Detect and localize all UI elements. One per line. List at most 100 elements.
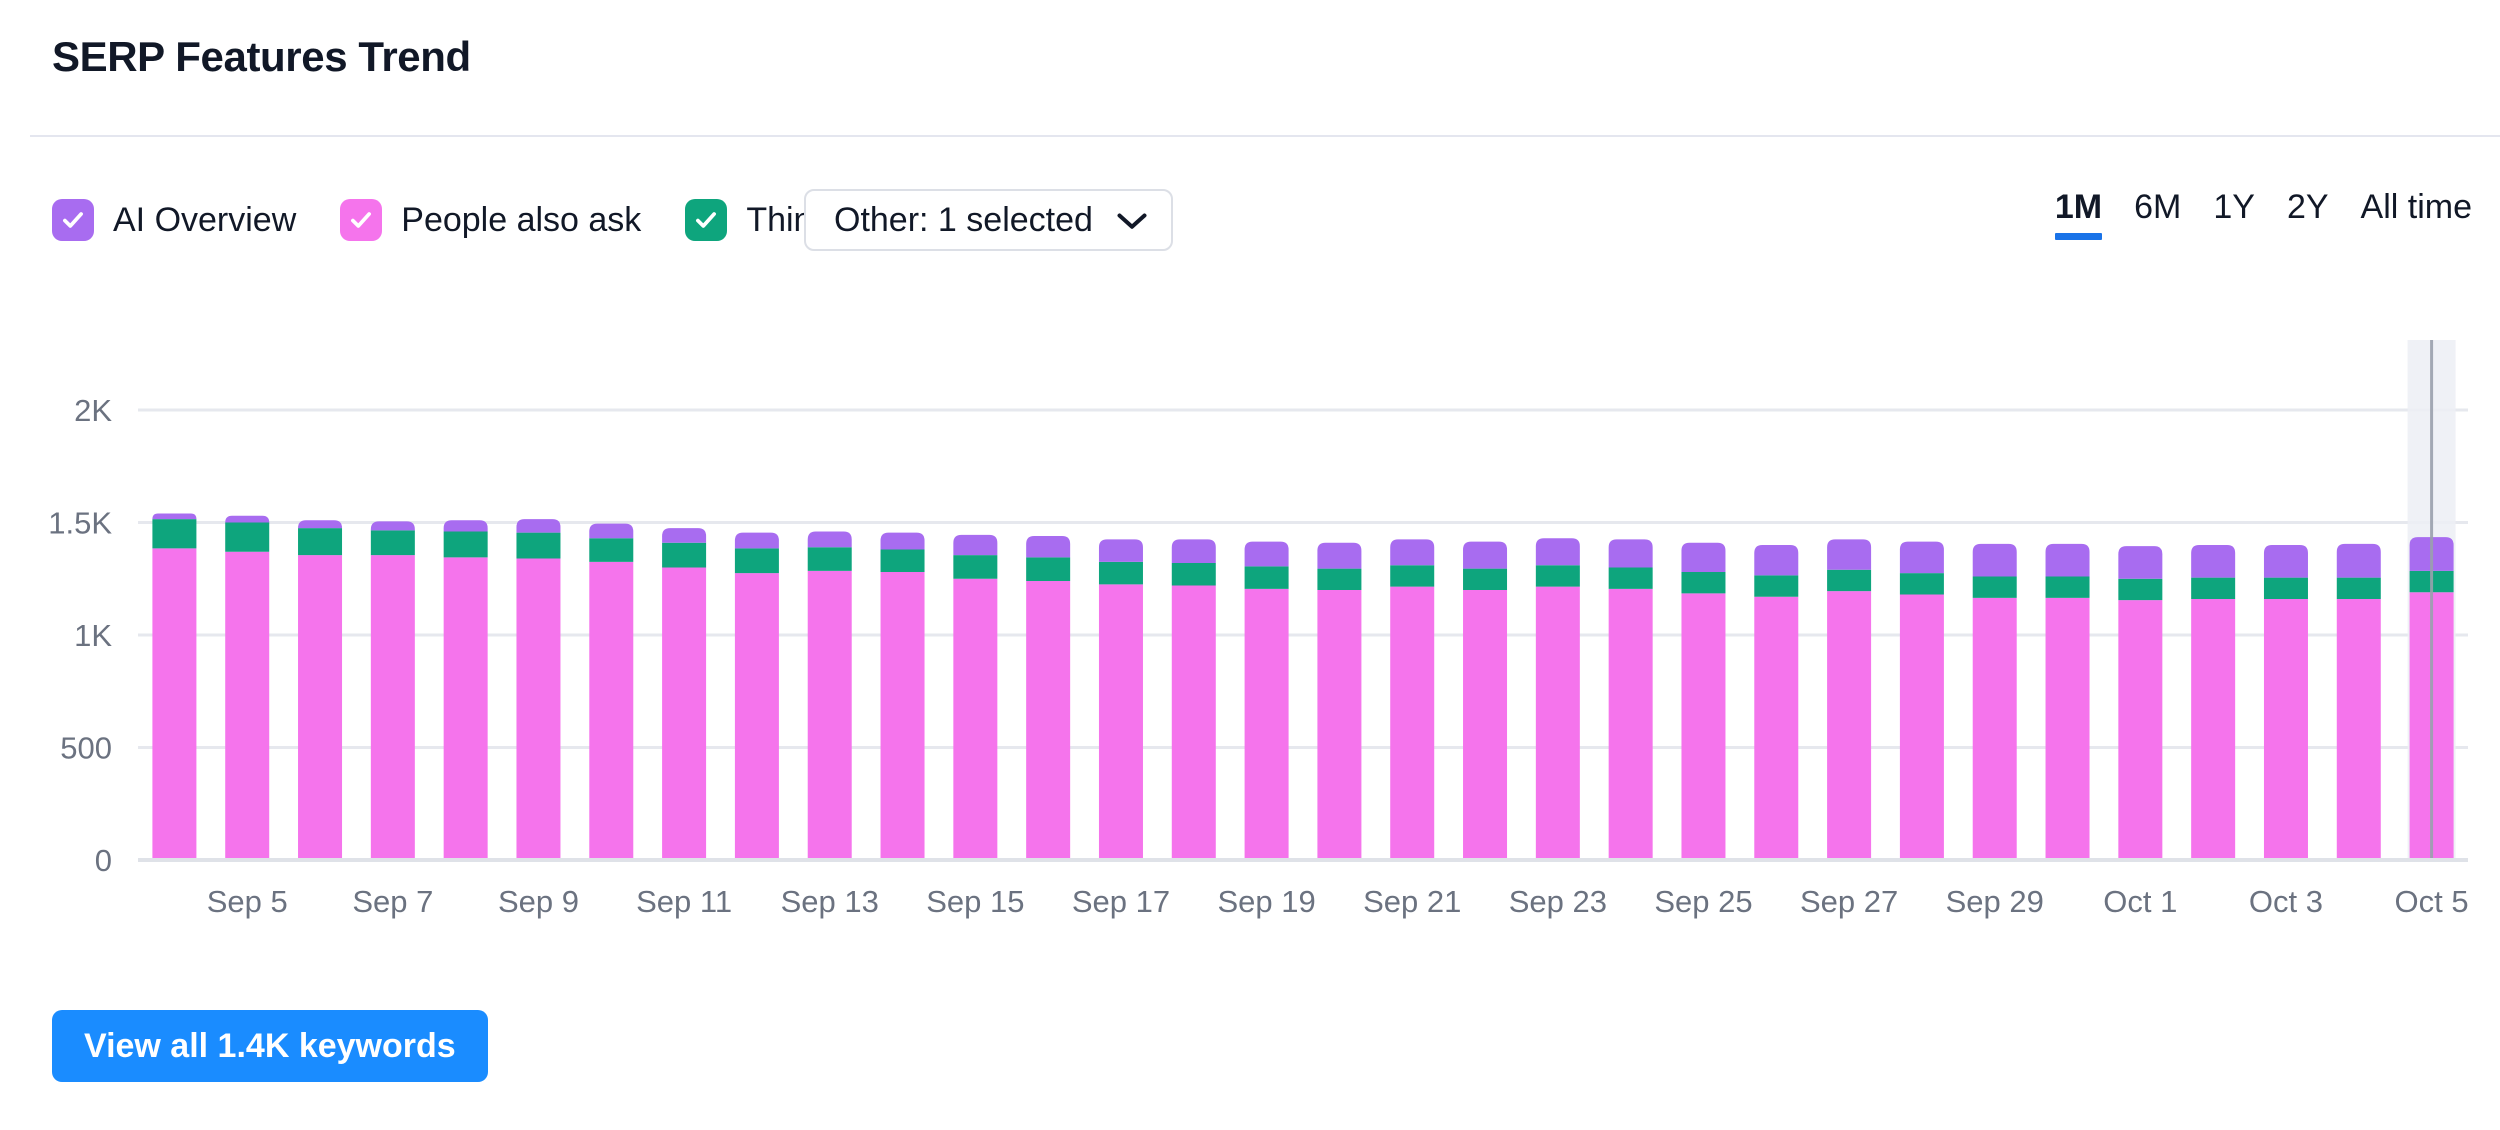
bar-segment[interactable] [2118,579,2162,600]
bar-segment[interactable] [1900,595,1944,861]
bar-segment[interactable] [1754,597,1798,860]
bar-segment[interactable] [1390,539,1434,565]
bar-segment[interactable] [1463,542,1507,569]
bar-segment[interactable] [1099,562,1143,585]
bar-segment[interactable] [1536,565,1580,586]
bar-segment[interactable] [225,523,269,552]
bar-segment[interactable] [298,528,342,555]
bar-segment[interactable] [1172,563,1216,586]
bar-segment[interactable] [2118,546,2162,579]
bar-segment[interactable] [1609,589,1653,860]
range-tab-1m[interactable]: 1M [2055,190,2102,240]
bar-segment[interactable] [1026,536,1070,557]
bar-segment[interactable] [2337,578,2381,599]
bar-segment[interactable] [1317,569,1361,590]
bar-segment[interactable] [1681,543,1725,572]
bar-segment[interactable] [881,533,925,550]
bar-segment[interactable] [371,555,415,860]
bar-segment[interactable] [1172,539,1216,563]
bar-segment[interactable] [1973,544,2017,577]
bar-segment[interactable] [1973,577,2017,598]
range-tab-all-time[interactable]: All time [2361,190,2472,240]
bar-segment[interactable] [152,548,196,860]
bar-segment[interactable] [881,572,925,860]
bar-segment[interactable] [1536,538,1580,565]
bar-segment[interactable] [589,524,633,539]
bar-segment[interactable] [662,543,706,568]
bar-segment[interactable] [1827,591,1871,860]
bar-segment[interactable] [1463,569,1507,590]
other-features-dropdown[interactable]: Other: 1 selected [804,189,1173,251]
bar-segment[interactable] [808,547,852,571]
bar-segment[interactable] [516,519,560,533]
bar-segment[interactable] [1536,587,1580,860]
bar-segment[interactable] [2046,598,2090,860]
bar-segment[interactable] [808,571,852,860]
range-tab-2y[interactable]: 2Y [2287,190,2329,240]
bar-segment[interactable] [589,562,633,860]
checkbox-ai-overview[interactable] [52,199,94,241]
bar-segment[interactable] [1681,593,1725,860]
bar-segment[interactable] [1099,539,1143,562]
range-tab-1y[interactable]: 1Y [2213,190,2255,240]
bar-segment[interactable] [953,535,997,555]
bar-segment[interactable] [1317,543,1361,569]
bar-segment[interactable] [1390,565,1434,586]
bar-segment[interactable] [1026,581,1070,860]
bar-segment[interactable] [953,555,997,579]
bar-segment[interactable] [2191,599,2235,860]
bar-segment[interactable] [589,538,633,562]
bar-segment[interactable] [1026,557,1070,581]
legend-item-people-also-ask[interactable]: People also ask [340,182,641,258]
legend-item-ai-overview[interactable]: AI Overview [52,182,296,258]
bar-segment[interactable] [808,532,852,548]
bar-segment[interactable] [1172,586,1216,861]
bar-segment[interactable] [2264,599,2308,860]
bar-segment[interactable] [1245,566,1289,589]
bar-segment[interactable] [1609,539,1653,567]
bar-segment[interactable] [1827,570,1871,591]
bar-segment[interactable] [953,579,997,860]
bar-segment[interactable] [2264,578,2308,599]
bar-segment[interactable] [1245,589,1289,860]
checkbox-things-to-know[interactable] [685,199,727,241]
bar-segment[interactable] [1317,590,1361,860]
bar-segment[interactable] [2264,545,2308,578]
bar-segment[interactable] [1245,542,1289,567]
bar-segment[interactable] [444,532,488,558]
bar-segment[interactable] [1754,575,1798,596]
bar-segment[interactable] [1900,573,1944,594]
bar-segment[interactable] [225,552,269,860]
bar-segment[interactable] [298,520,342,528]
bar-segment[interactable] [1609,568,1653,589]
bar-segment[interactable] [371,530,415,555]
bar-segment[interactable] [1681,572,1725,593]
bar-segment[interactable] [735,548,779,573]
bar-segment[interactable] [1827,539,1871,569]
bar-segment[interactable] [1973,598,2017,860]
bar-segment[interactable] [1900,542,1944,574]
bar-segment[interactable] [2046,577,2090,598]
bar-segment[interactable] [298,555,342,860]
bar-segment[interactable] [662,528,706,543]
view-all-keywords-button[interactable]: View all 1.4K keywords [52,1010,488,1082]
bar-segment[interactable] [1754,545,1798,575]
bar-segment[interactable] [371,521,415,530]
bar-segment[interactable] [444,557,488,860]
bar-segment[interactable] [2118,600,2162,860]
bar-segment[interactable] [516,533,560,559]
range-tab-6m[interactable]: 6M [2134,190,2181,240]
bar-segment[interactable] [2191,578,2235,599]
bar-segment[interactable] [1463,590,1507,860]
bar-segment[interactable] [152,519,196,548]
bar-segment[interactable] [735,573,779,860]
bar-segment[interactable] [225,516,269,523]
bar-segment[interactable] [2337,599,2381,860]
bar-segment[interactable] [516,559,560,861]
bar-segment[interactable] [2191,545,2235,578]
checkbox-people-also-ask[interactable] [340,199,382,241]
bar-segment[interactable] [444,520,488,531]
bar-segment[interactable] [662,568,706,861]
bar-segment[interactable] [1099,584,1143,860]
stacked-bar-plot[interactable]: 05001K1.5K2KSep 5Sep 7Sep 9Sep 11Sep 13S… [0,300,2500,960]
